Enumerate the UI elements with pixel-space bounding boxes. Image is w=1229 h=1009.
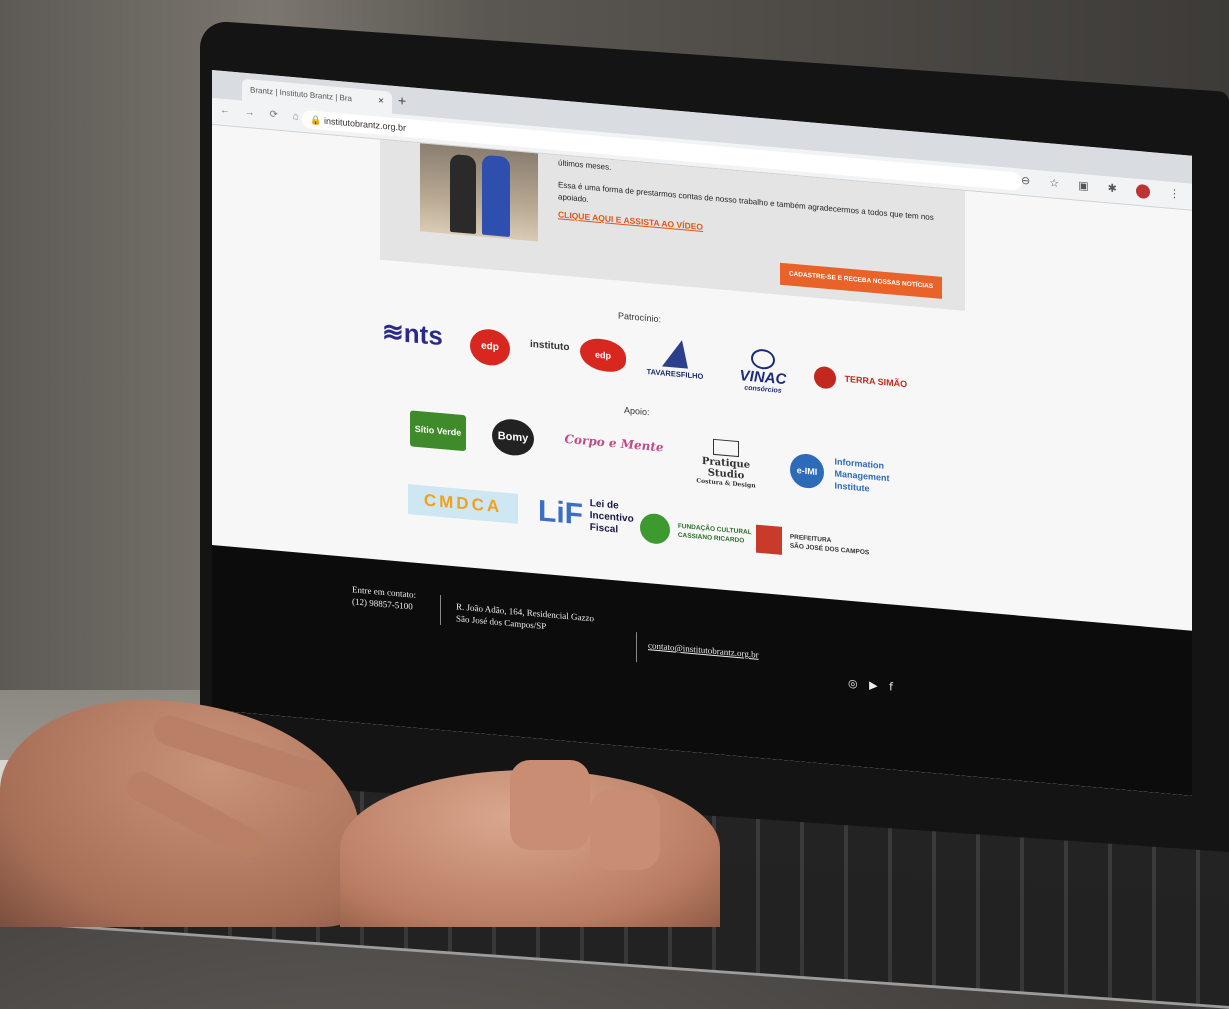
facebook-icon[interactable]: f bbox=[889, 680, 893, 693]
building-icon bbox=[662, 338, 688, 369]
footer-address: R. João Adão, 164, Residencial Gazzo São… bbox=[456, 600, 594, 636]
lif-mark: LiF bbox=[538, 494, 583, 532]
translate-icon[interactable]: ▣ bbox=[1078, 180, 1088, 193]
terra-simao-text: TERRA SIMÃO bbox=[844, 373, 908, 390]
terra-simao-logo[interactable]: TERRA SIMÃO bbox=[814, 365, 908, 396]
finger bbox=[121, 766, 269, 864]
email-link[interactable]: contato@institutobrantz.org.br bbox=[648, 639, 759, 661]
lock-icon: 🔒 bbox=[310, 114, 322, 126]
emi-text: Information Management Institute bbox=[835, 455, 890, 496]
laptop-screen: Brantz | Instituto Brantz | Bra × + ← → … bbox=[212, 70, 1192, 796]
profile-avatar[interactable] bbox=[1135, 183, 1150, 200]
emi-logo[interactable]: e-IMI Information Management Institute bbox=[790, 452, 890, 497]
person-figure bbox=[482, 154, 510, 238]
instituto-edp-label: instituto bbox=[530, 338, 570, 354]
prefeitura-text: PREFEITURA SÃO JOSÉ DOS CAMPOS bbox=[790, 533, 869, 558]
news-photo bbox=[420, 143, 538, 242]
lei-incentivo-fiscal-logo[interactable]: LiF Lei de Incentivo Fiscal bbox=[538, 494, 634, 538]
finger bbox=[590, 790, 660, 870]
bomy-logo[interactable]: Bomy bbox=[492, 417, 534, 458]
footer-contact: Entre em contato: (12) 98857-5100 bbox=[352, 583, 416, 613]
corpo-e-mente-logo[interactable]: Corpo e Mente bbox=[564, 432, 664, 455]
fundacao-text: FUNDAÇÃO CULTURAL CASSIANO RICARDO bbox=[678, 522, 752, 546]
instagram-icon[interactable]: ◎ bbox=[848, 677, 858, 691]
pratique-studio-logo[interactable]: Pratique Studio Costura & Design bbox=[686, 436, 766, 490]
footer-divider bbox=[636, 632, 637, 663]
edp-logo[interactable]: edp bbox=[470, 327, 510, 368]
footer-divider bbox=[440, 594, 441, 626]
menu-icon[interactable]: ⋮ bbox=[1169, 188, 1180, 201]
tab-title: Brantz | Instituto Brantz | Bra bbox=[250, 85, 352, 104]
sewing-machine-icon bbox=[713, 438, 739, 458]
vinac-logo[interactable]: VINAC consórcios bbox=[730, 346, 796, 396]
finger bbox=[510, 760, 590, 850]
support-heading: Apoio: bbox=[624, 405, 650, 418]
tavares-filho-text: TAVARESFILHO bbox=[646, 367, 704, 381]
coat-of-arms-icon bbox=[756, 524, 782, 555]
prefeitura-logo[interactable]: PREFEITURA SÃO JOSÉ DOS CAMPOS bbox=[756, 524, 869, 563]
emi-mark: e-IMI bbox=[790, 452, 824, 490]
fundacao-cultural-logo[interactable]: FUNDAÇÃO CULTURAL CASSIANO RICARDO bbox=[640, 512, 752, 552]
lif-text: Lei de Incentivo Fiscal bbox=[590, 498, 634, 538]
extensions-icon[interactable]: ✱ bbox=[1108, 182, 1117, 195]
prefeitura-line: SÃO JOSÉ DOS CAMPOS bbox=[789, 542, 870, 557]
instituto-edp-logo[interactable]: edp bbox=[580, 337, 626, 374]
zoom-icon[interactable]: ⊖ bbox=[1021, 175, 1030, 188]
tavares-filho-logo[interactable]: TAVARESFILHO bbox=[642, 337, 708, 382]
new-tab-button[interactable]: + bbox=[398, 92, 406, 109]
cmdca-logo[interactable]: CMDCA bbox=[408, 484, 518, 524]
web-page: últimos meses. Essa é uma forma de prest… bbox=[212, 125, 1192, 796]
sponsors-heading: Patrocínio: bbox=[618, 310, 662, 325]
fundacao-mark-icon bbox=[640, 512, 670, 546]
person-figure bbox=[450, 153, 476, 235]
emi-line: Institute bbox=[834, 480, 870, 494]
url-text: institutobrantz.org.br bbox=[324, 115, 407, 133]
terra-simao-mark-icon bbox=[814, 365, 836, 390]
youtube-icon[interactable]: ▶ bbox=[869, 678, 877, 692]
right-hand bbox=[340, 760, 720, 927]
subscribe-button[interactable]: CADASTRE-SE E RECEBA NOSSAS NOTÍCIAS bbox=[780, 262, 942, 299]
sitio-verde-logo[interactable]: Sítio Verde bbox=[410, 410, 466, 452]
nav-buttons-icon[interactable]: ← → ⟳ ⌂ bbox=[220, 105, 305, 123]
lif-line: Fiscal bbox=[589, 522, 619, 536]
social-links: ◎ ▶ f bbox=[848, 677, 901, 695]
star-icon[interactable]: ☆ bbox=[1049, 177, 1059, 190]
nts-logo[interactable]: ≋nts bbox=[382, 316, 443, 352]
tab-close-icon[interactable]: × bbox=[378, 91, 384, 114]
vinac-mark-icon bbox=[751, 348, 775, 371]
